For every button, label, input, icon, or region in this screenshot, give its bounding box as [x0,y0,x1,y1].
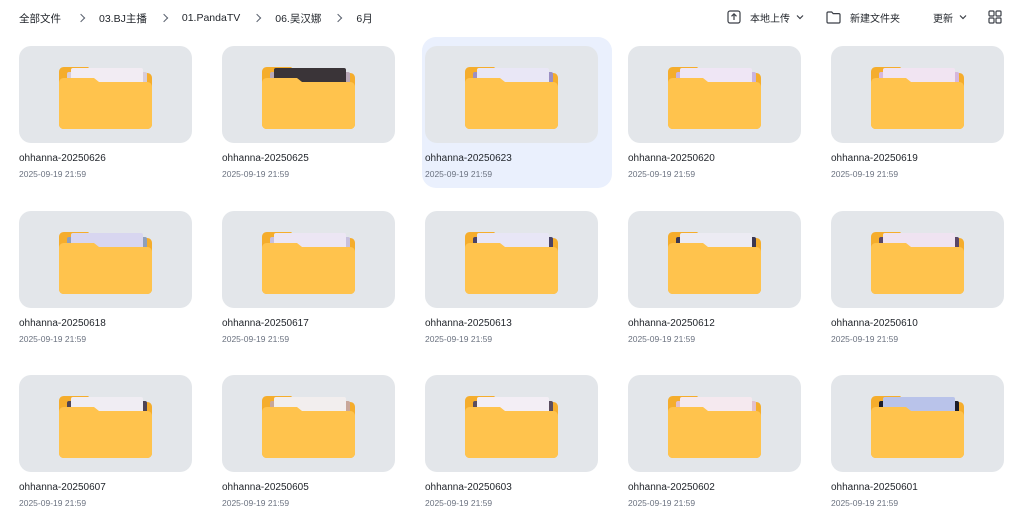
folder-thumbnail [831,211,1004,308]
folder-date: 2025-09-19 21:59 [19,169,87,179]
folder-name: ohhanna-20250625 [222,153,309,164]
folder-name: ohhanna-20250618 [19,318,106,329]
folder-icon [465,231,558,294]
folder-icon [465,395,558,458]
folder-thumbnail [628,46,801,143]
folder-icon [59,66,152,129]
folder-name: ohhanna-20250607 [19,482,106,493]
folder-name: ohhanna-20250603 [425,482,512,493]
folder-thumbnail [425,211,598,308]
folder-date: 2025-09-19 21:59 [425,169,493,179]
folder-icon [668,231,761,294]
folder-card[interactable]: ohhanna-20250605 2025-09-19 21:59 [219,366,409,517]
folder-thumbnail [222,375,395,472]
folder-icon [262,231,355,294]
folder-icon [668,395,761,458]
folder-date: 2025-09-19 21:59 [222,169,290,179]
folder-name: ohhanna-20250612 [628,318,715,329]
folder-date: 2025-09-19 21:59 [425,334,493,344]
folder-card[interactable]: ohhanna-20250619 2025-09-19 21:59 [828,37,1018,188]
folder-name: ohhanna-20250605 [222,482,309,493]
folder-icon [59,395,152,458]
folder-thumbnail [831,46,1004,143]
folder-date: 2025-09-19 21:59 [425,498,493,508]
folder-icon [871,231,964,294]
folder-card[interactable]: ohhanna-20250602 2025-09-19 21:59 [625,366,815,517]
folder-thumbnail [19,375,192,472]
folder-name: ohhanna-20250620 [628,153,715,164]
folder-thumbnail [425,46,598,143]
folder-thumbnail [19,211,192,308]
folder-date: 2025-09-19 21:59 [628,334,696,344]
folder-icon [871,66,964,129]
folder-name: ohhanna-20250623 [425,153,512,164]
folder-card[interactable]: ohhanna-20250601 2025-09-19 21:59 [828,366,1018,517]
folder-card[interactable]: ohhanna-20250623 2025-09-19 21:59 [422,37,612,188]
folder-date: 2025-09-19 21:59 [628,169,696,179]
folder-thumbnail [19,46,192,143]
folder-icon [59,231,152,294]
folder-name: ohhanna-20250610 [831,318,918,329]
folder-thumbnail [222,211,395,308]
folder-date: 2025-09-19 21:59 [19,498,87,508]
folder-name: ohhanna-20250602 [628,482,715,493]
folder-card[interactable]: ohhanna-20250626 2025-09-19 21:59 [16,37,206,188]
folder-thumbnail [831,375,1004,472]
folder-name: ohhanna-20250626 [19,153,106,164]
folder-date: 2025-09-19 21:59 [831,334,899,344]
folder-icon [262,66,355,129]
folder-date: 2025-09-19 21:59 [831,169,899,179]
folder-date: 2025-09-19 21:59 [628,498,696,508]
folder-name: ohhanna-20250617 [222,318,309,329]
folder-card[interactable]: ohhanna-20250620 2025-09-19 21:59 [625,37,815,188]
folder-card[interactable]: ohhanna-20250607 2025-09-19 21:59 [16,366,206,517]
folder-card[interactable]: ohhanna-20250618 2025-09-19 21:59 [16,202,206,353]
folder-date: 2025-09-19 21:59 [222,334,290,344]
folder-card[interactable]: ohhanna-20250610 2025-09-19 21:59 [828,202,1018,353]
folder-card[interactable]: ohhanna-20250603 2025-09-19 21:59 [422,366,612,517]
folder-name: ohhanna-20250619 [831,153,918,164]
folder-thumbnail [425,375,598,472]
folder-card[interactable]: ohhanna-20250625 2025-09-19 21:59 [219,37,409,188]
folder-card[interactable]: ohhanna-20250612 2025-09-19 21:59 [625,202,815,353]
folder-date: 2025-09-19 21:59 [19,334,87,344]
folder-icon [465,66,558,129]
folder-card[interactable]: ohhanna-20250617 2025-09-19 21:59 [219,202,409,353]
folder-name: ohhanna-20250613 [425,318,512,329]
folder-date: 2025-09-19 21:59 [222,498,290,508]
folder-name: ohhanna-20250601 [831,482,918,493]
folder-card[interactable]: ohhanna-20250613 2025-09-19 21:59 [422,202,612,353]
folder-thumbnail [222,46,395,143]
folder-grid: ohhanna-20250626 2025-09-19 21:59 ohhanna-… [0,0,1024,529]
folder-icon [871,395,964,458]
folder-date: 2025-09-19 21:59 [831,498,899,508]
folder-icon [668,66,761,129]
folder-thumbnail [628,211,801,308]
folder-thumbnail [628,375,801,472]
folder-icon [262,395,355,458]
